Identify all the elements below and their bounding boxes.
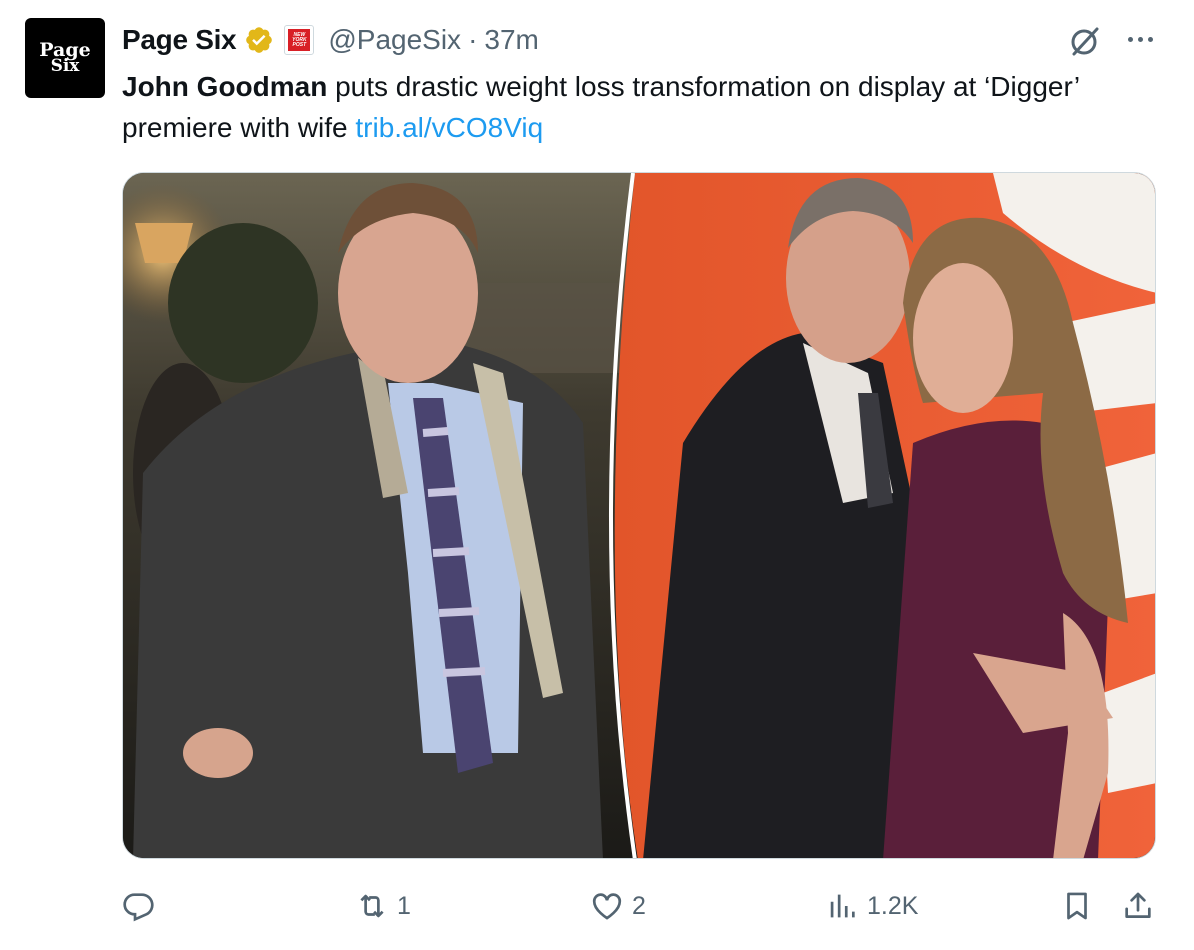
avatar[interactable]: Page Six bbox=[25, 18, 105, 98]
grok-icon[interactable] bbox=[1066, 22, 1104, 60]
verified-badge-icon[interactable] bbox=[244, 25, 274, 55]
avatar-text-line2: Six bbox=[50, 55, 80, 76]
tweet-text: John Goodman puts drastic weight loss tr… bbox=[122, 66, 1162, 148]
like-count: 2 bbox=[632, 891, 646, 920]
share-icon bbox=[1125, 892, 1151, 918]
retweet-button[interactable]: 1 bbox=[355, 880, 411, 932]
views-button[interactable]: 1.2K bbox=[825, 880, 918, 932]
tweet[interactable]: Page Six Page Six NEW YORK POST @PageSix… bbox=[0, 0, 1194, 950]
handle[interactable]: @PageSix bbox=[328, 24, 461, 56]
display-name[interactable]: Page Six bbox=[122, 24, 237, 56]
tweet-header: Page Six NEW YORK POST @PageSix · 37m bbox=[122, 20, 539, 60]
bookmark-button[interactable] bbox=[1060, 880, 1094, 932]
tweet-link[interactable]: trib.al/vCO8Viq bbox=[355, 112, 543, 143]
reply-icon bbox=[123, 893, 154, 922]
affiliate-text-3: POST bbox=[292, 41, 307, 48]
tweet-media-image[interactable] bbox=[122, 172, 1156, 859]
bookmark-icon bbox=[1067, 892, 1087, 920]
views-icon bbox=[830, 894, 855, 918]
tweet-actions: 1 2 1.2K bbox=[0, 880, 1194, 932]
timestamp[interactable]: 37m bbox=[484, 24, 538, 56]
like-button[interactable]: 2 bbox=[590, 880, 646, 932]
affiliate-badge-icon[interactable]: NEW YORK POST bbox=[284, 25, 315, 55]
views-count: 1.2K bbox=[867, 891, 919, 920]
media-photo-collage bbox=[123, 173, 1155, 858]
share-button[interactable] bbox=[1121, 880, 1155, 932]
more-icon[interactable] bbox=[1122, 26, 1158, 52]
reply-button[interactable] bbox=[121, 880, 163, 932]
separator: · bbox=[468, 24, 478, 55]
tweet-text-bold[interactable]: John Goodman bbox=[122, 71, 327, 102]
retweet-icon bbox=[360, 894, 384, 918]
retweet-count: 1 bbox=[397, 891, 411, 920]
like-icon bbox=[592, 893, 622, 920]
